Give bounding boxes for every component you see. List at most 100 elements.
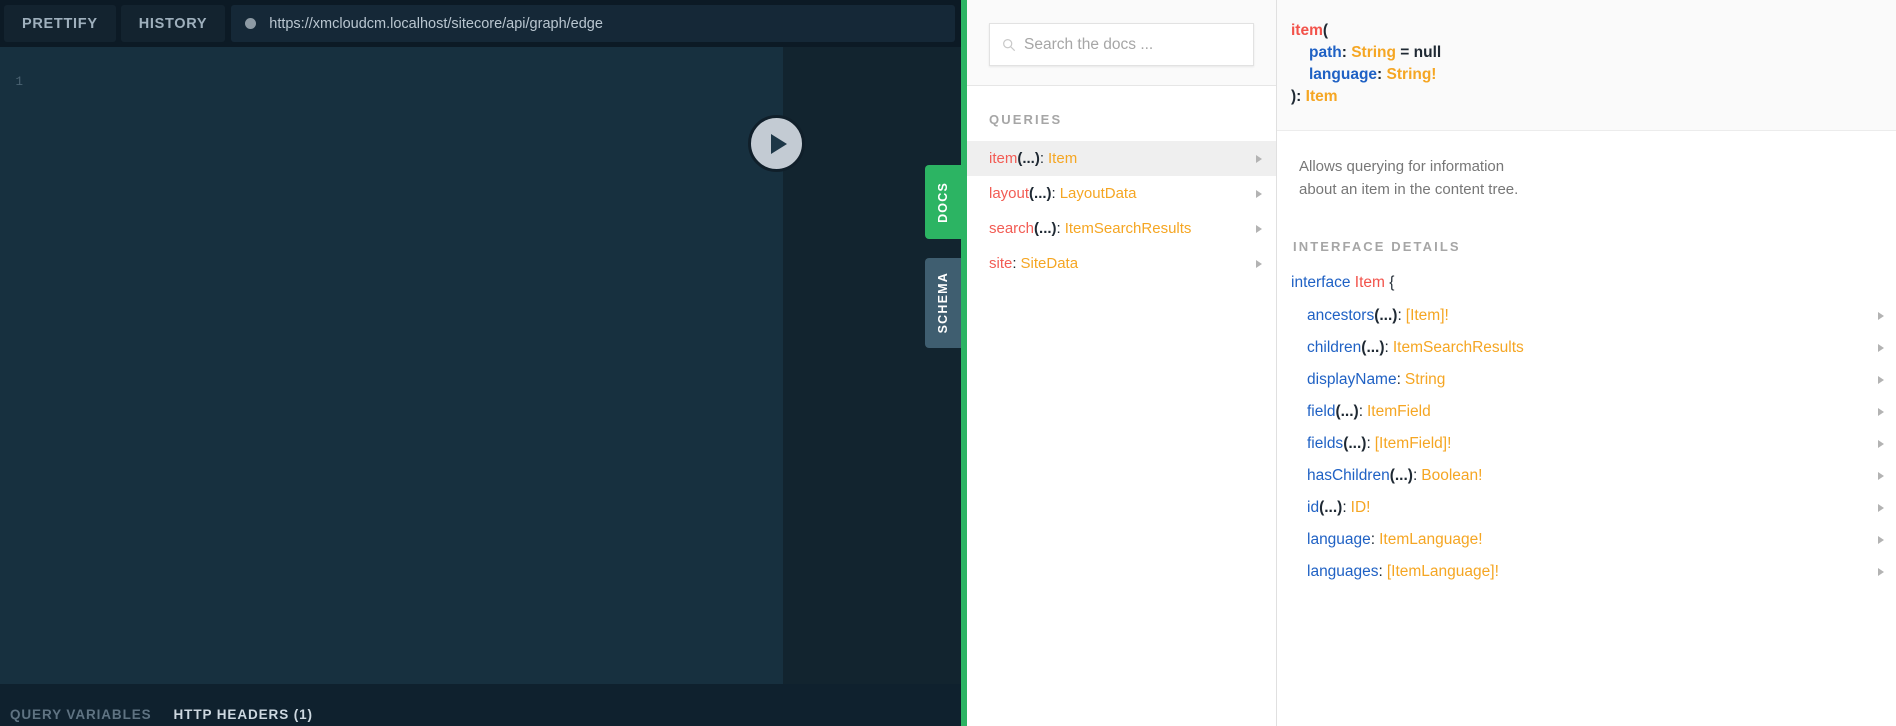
interface-field-id[interactable]: id (...): ID! xyxy=(1277,492,1896,524)
signature-open-paren: ( xyxy=(1322,22,1329,39)
docs-item-search[interactable]: search (...) : ItemSearchResults xyxy=(967,211,1276,246)
interface-field-ancestors[interactable]: ancestors (...): [Item]! xyxy=(1277,300,1896,332)
chevron-right-icon xyxy=(1256,224,1262,233)
query-editor-textarea[interactable] xyxy=(30,47,783,684)
chevron-right-icon xyxy=(1878,440,1884,448)
docs-item-args: (...) xyxy=(1029,185,1052,202)
docs-item-colon: : xyxy=(1051,185,1056,202)
query-editor-body: 1 xyxy=(0,47,961,684)
interface-field-colon: : xyxy=(1384,339,1389,356)
side-tab-docs-label: DOCS xyxy=(936,181,950,223)
interface-field-colon: : xyxy=(1378,563,1383,580)
interface-field-name: id xyxy=(1307,499,1320,516)
signature-arg-default: = null xyxy=(1400,44,1442,61)
interface-field-type: String xyxy=(1404,371,1446,388)
interface-field-fields[interactable]: fields (...): [ItemField]! xyxy=(1277,428,1896,460)
tab-http-headers[interactable]: HTTP HEADERS (1) xyxy=(174,707,313,722)
chevron-right-icon xyxy=(1878,344,1884,352)
interface-field-type: ItemSearchResults xyxy=(1392,339,1524,356)
docs-item-args: (...) xyxy=(1017,150,1040,167)
chevron-right-icon xyxy=(1256,189,1262,198)
search-icon xyxy=(1003,38,1016,51)
signature-arg-type: String! xyxy=(1386,66,1437,83)
interface-field-colon: : xyxy=(1370,531,1376,548)
panel-divider[interactable] xyxy=(961,0,967,726)
editor-right-strip xyxy=(783,47,961,684)
chevron-right-icon xyxy=(1256,259,1262,268)
docs-search-box[interactable] xyxy=(989,23,1254,66)
endpoint-url-bar[interactable]: https://xmcloudcm.localhost/sitecore/api… xyxy=(231,5,955,42)
history-button[interactable]: HISTORY xyxy=(120,5,226,42)
docs-item-colon: : xyxy=(1056,220,1061,237)
chevron-right-icon xyxy=(1878,536,1884,544)
interface-field-type: ItemLanguage! xyxy=(1379,531,1483,548)
field-signature-block: item( path: String = null language: Stri… xyxy=(1277,0,1896,131)
docs-search-input[interactable] xyxy=(1024,35,1241,54)
signature-arg-name: path xyxy=(1309,44,1342,61)
interface-field-displayName[interactable]: displayName: String xyxy=(1277,364,1896,396)
interface-field-languages[interactable]: languages: [ItemLanguage]! xyxy=(1277,556,1896,588)
interface-field-field[interactable]: field (...): ItemField xyxy=(1277,396,1896,428)
docs-item-name: site xyxy=(989,255,1013,272)
interface-name: Item xyxy=(1354,274,1385,291)
prettify-label: PRETTIFY xyxy=(22,15,98,32)
endpoint-url-text: https://xmcloudcm.localhost/sitecore/api… xyxy=(269,15,603,32)
chevron-right-icon xyxy=(1878,504,1884,512)
interface-field-type: [ItemField]! xyxy=(1374,435,1452,452)
docs-item-type: SiteData xyxy=(1020,255,1079,272)
interface-field-language[interactable]: language: ItemLanguage! xyxy=(1277,524,1896,556)
interface-details-title: INTERFACE DETAILS xyxy=(1293,239,1461,254)
docs-item-site[interactable]: site : SiteData xyxy=(967,246,1276,281)
interface-field-args: (...) xyxy=(1343,435,1367,452)
editor-pane: PRETTIFY HISTORY https://xmcloudcm.local… xyxy=(0,0,961,726)
signature-arg-colon: : xyxy=(1341,44,1347,61)
interface-field-args: (...) xyxy=(1374,307,1398,324)
signature-arg-language: language: String! xyxy=(1291,64,1874,86)
signature-arg-type: String xyxy=(1351,44,1396,61)
play-icon xyxy=(771,133,787,154)
interface-field-colon: : xyxy=(1342,499,1347,516)
interface-field-name: language xyxy=(1307,531,1371,548)
interface-keyword: interface xyxy=(1291,274,1351,291)
interface-field-args: (...) xyxy=(1319,499,1343,516)
docs-item-layout[interactable]: layout (...) : LayoutData xyxy=(967,176,1276,211)
docs-item-type: ItemSearchResults xyxy=(1064,220,1192,237)
interface-field-colon: : xyxy=(1358,403,1363,420)
interface-field-hasChildren[interactable]: hasChildren (...): Boolean! xyxy=(1277,460,1896,492)
side-tab-docs[interactable]: DOCS xyxy=(925,165,961,239)
docs-item-type: Item xyxy=(1048,150,1078,167)
docs-item-type: LayoutData xyxy=(1059,185,1137,202)
docs-item-name: search xyxy=(989,220,1035,237)
interface-field-colon: : xyxy=(1366,435,1371,452)
interface-field-children[interactable]: children (...): ItemSearchResults xyxy=(1277,332,1896,364)
signature-fn-name: item xyxy=(1291,22,1323,39)
docs-item-item[interactable]: item (...) : Item xyxy=(967,141,1276,176)
docs-item-colon: : xyxy=(1039,150,1045,167)
interface-field-name: ancestors xyxy=(1307,307,1375,324)
interface-field-args: (...) xyxy=(1361,339,1385,356)
signature-arg-colon: : xyxy=(1377,66,1383,83)
docs-item-name: item xyxy=(989,150,1018,167)
signature-line-close: ): Item xyxy=(1291,86,1874,108)
interface-field-type: ID! xyxy=(1350,499,1371,516)
editor-bottom-tabs: QUERY VARIABLES HTTP HEADERS (1) xyxy=(0,684,961,726)
docs-detail-panel: item( path: String = null language: Stri… xyxy=(1277,0,1896,726)
tab-query-variables[interactable]: QUERY VARIABLES xyxy=(10,707,152,722)
interface-field-name: children xyxy=(1307,339,1362,356)
execute-query-button[interactable] xyxy=(748,115,805,172)
interface-field-name: fields xyxy=(1307,435,1344,452)
interface-field-colon: : xyxy=(1396,371,1401,388)
interface-field-type: Boolean! xyxy=(1421,467,1483,484)
docs-section-title: QUERIES xyxy=(989,112,1063,127)
interface-field-type: ItemField xyxy=(1367,403,1431,420)
signature-arg-path: path: String = null xyxy=(1291,42,1874,64)
prettify-button[interactable]: PRETTIFY xyxy=(4,5,116,42)
interface-field-colon: : xyxy=(1412,467,1418,484)
signature-line-open: item( xyxy=(1291,20,1874,42)
interface-field-name: hasChildren xyxy=(1307,467,1390,484)
graphiql-app: PRETTIFY HISTORY https://xmcloudcm.local… xyxy=(0,0,1896,726)
side-tab-group: DOCS SCHEMA xyxy=(925,165,961,348)
interface-declaration: interface Item { xyxy=(1277,270,1896,300)
side-tab-schema[interactable]: SCHEMA xyxy=(925,258,961,348)
signature-arg-name: language xyxy=(1309,66,1378,83)
